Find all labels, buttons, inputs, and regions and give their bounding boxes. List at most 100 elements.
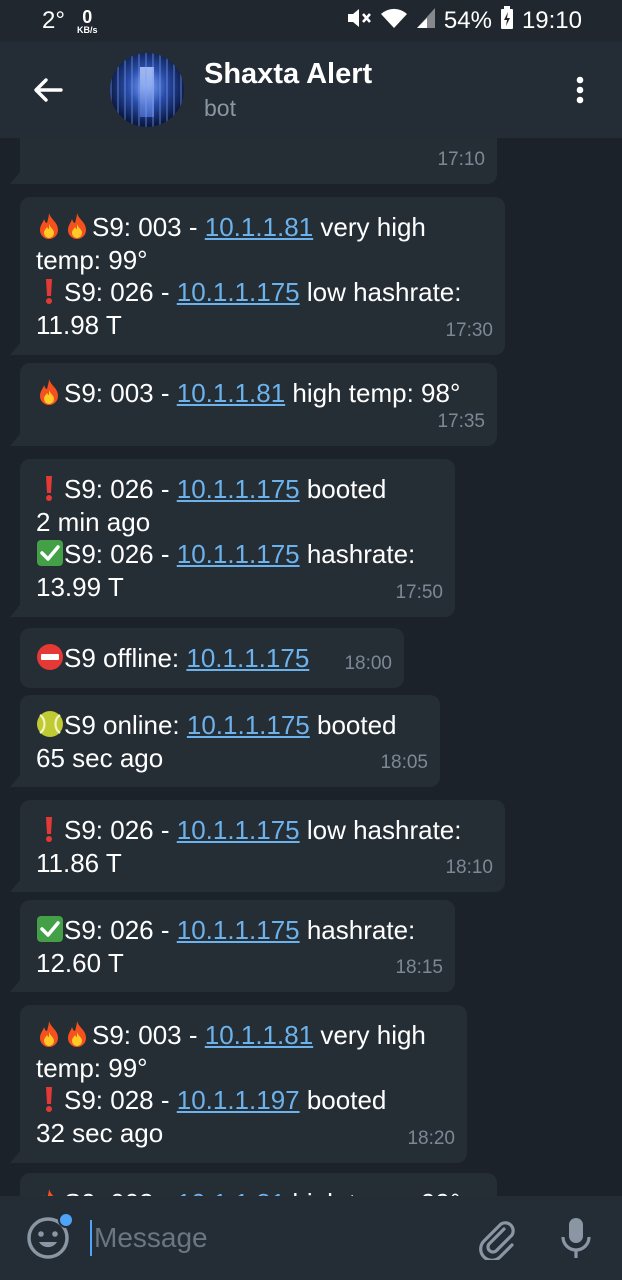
message-list[interactable]: S9: 003 - 10.1.1.81 high temp: 99°17:10 … [0,138,622,1196]
message-line: S9: 003 - 10.1.1.81 high temp: 99° [36,1187,481,1196]
more-vertical-icon [576,76,584,104]
message-text: 2 min ago [36,506,151,537]
exclamation-icon [36,815,62,843]
message-line: S9: 026 - 10.1.1.175 low hashrate: [36,276,489,309]
message-line: S9: 026 - 10.1.1.175 booted [36,473,439,506]
arrow-left-icon [34,78,63,102]
message-bubble[interactable]: S9: 003 - 10.1.1.81 very high temp: 99° S9… [10,1005,467,1163]
message-text: S9: 026 - [64,539,177,569]
message-timestamp: 17:35 [437,410,485,432]
message-text: S9: 026 - [64,915,177,945]
attach-button[interactable] [474,1216,518,1262]
message-line: 2 min ago [36,506,439,539]
message-text: 11.98 T [36,309,122,340]
fire-icon [64,1020,90,1048]
signal-icon [416,7,436,36]
chat-info[interactable]: Shaxta Alert bot [204,58,372,122]
microphone-icon [561,1218,591,1258]
ip-link[interactable]: 10.1.1.81 [205,212,313,242]
message-text: 65 sec ago [36,742,164,773]
message-bubble[interactable]: S9 online: 10.1.1.175 booted 65 sec ago 18… [10,695,440,787]
fire-icon [36,378,62,406]
message-bubble[interactable]: S9: 026 - 10.1.1.175 booted 2 min ago S9: … [10,459,455,617]
notification-dot [58,1212,74,1228]
message-text: booted [299,1085,387,1115]
message-text: S9: 026 - [64,277,177,307]
exclamation-icon [36,1085,62,1113]
message-timestamp: 17:10 [437,148,485,170]
fire-icon [64,212,90,240]
message-line: 13.99 T [36,571,439,604]
message-line: S9: 026 - 10.1.1.175 low hashrate: [36,814,489,847]
wifi-icon [380,6,408,37]
message-line: 32 sec ago [36,1117,451,1150]
ip-link[interactable]: 10.1.1.81 [177,1188,285,1196]
avatar[interactable] [110,53,184,127]
check-mark-icon [36,539,63,567]
message-line: temp: 99° [36,244,489,277]
mute-icon [346,6,372,37]
message-bubble[interactable]: S9: 026 - 10.1.1.175 low hashrate: 11.86 … [10,800,505,892]
message-line: 12.60 T [36,947,439,980]
fire-icon [36,1188,62,1196]
message-placeholder: Message [94,1222,208,1253]
paperclip-icon [479,1221,515,1262]
weather-temp: 2° [42,7,65,34]
message-timestamp: 18:00 [344,652,392,674]
message-line: temp: 99° [36,1052,451,1085]
message-text: S9: 003 - [92,1020,205,1050]
message-text: S9 online: [64,710,187,740]
ip-link[interactable]: 10.1.1.175 [177,539,300,569]
message-bubble[interactable]: S9: 003 - 10.1.1.81 very high temp: 99° S9… [10,197,505,355]
message-text: S9: 003 - [64,378,177,408]
chat-subtitle: bot [204,95,236,121]
chat-title: Shaxta Alert [204,58,373,90]
message-text: hashrate: [299,915,416,945]
message-line: 11.86 T [36,847,489,880]
message-text: booted [309,710,397,740]
message-text: low hashrate: [299,277,462,307]
voice-record-button[interactable] [558,1216,594,1260]
message-timestamp: 18:15 [395,956,443,978]
message-line: 11.98 T [36,309,489,342]
message-text: hashrate: [299,539,416,569]
ip-link[interactable]: 10.1.1.175 [186,643,309,673]
message-text: 13.99 T [36,571,124,602]
message-timestamp: 18:10 [445,856,493,878]
message-text: low hashrate: [299,815,462,845]
message-text: 32 sec ago [36,1117,164,1148]
status-bar: 2° 0 KB/s 54% 19:10 [0,0,622,42]
message-bubble[interactable]: S9: 003 - 10.1.1.81 high temp: 99° [20,1173,497,1196]
message-bubble[interactable]: S9 offline: 10.1.1.175 18:00 [20,628,404,688]
message-bubble[interactable]: S9: 003 - 10.1.1.81 high temp: 99°17:10 [10,138,497,184]
ip-link[interactable]: 10.1.1.175 [177,277,300,307]
message-input[interactable]: Message [90,1220,474,1256]
emoji-button[interactable] [26,1212,74,1260]
ip-link[interactable]: 10.1.1.175 [177,474,300,504]
more-options-button[interactable] [560,60,600,120]
tennis-ball-icon [36,710,63,738]
message-bubble[interactable]: S9: 003 - 10.1.1.81 high temp: 98° 17:35 [10,363,497,446]
back-button[interactable] [20,62,76,118]
ip-link[interactable]: 10.1.1.81 [205,1020,313,1050]
text-caret [90,1220,92,1256]
message-line: S9: 026 - 10.1.1.175 hashrate: [36,538,439,571]
ip-link[interactable]: 10.1.1.81 [177,378,285,408]
message-text: S9: 028 - [64,1085,177,1115]
message-text: S9: 026 - [64,474,177,504]
message-text: 12.60 T [36,947,124,978]
message-text: high temp: 98° [285,378,461,408]
ip-link[interactable]: 10.1.1.175 [187,710,310,740]
message-text: S9 offline: [64,643,187,673]
ip-link[interactable]: 10.1.1.175 [177,915,300,945]
message-text: S9: 026 - [64,815,177,845]
message-line: 65 sec ago [36,742,424,775]
message-line: S9: 003 - 10.1.1.81 very high [36,211,489,244]
message-line: S9 online: 10.1.1.175 booted [36,709,424,742]
ip-link[interactable]: 10.1.1.175 [177,815,300,845]
message-bubble[interactable]: S9: 026 - 10.1.1.175 hashrate: 12.60 T 18:… [10,900,455,992]
chat-header: Shaxta Alert bot [0,42,622,138]
message-text: very high [313,1020,426,1050]
message-timestamp: 18:05 [380,751,428,773]
ip-link[interactable]: 10.1.1.197 [177,1085,300,1115]
